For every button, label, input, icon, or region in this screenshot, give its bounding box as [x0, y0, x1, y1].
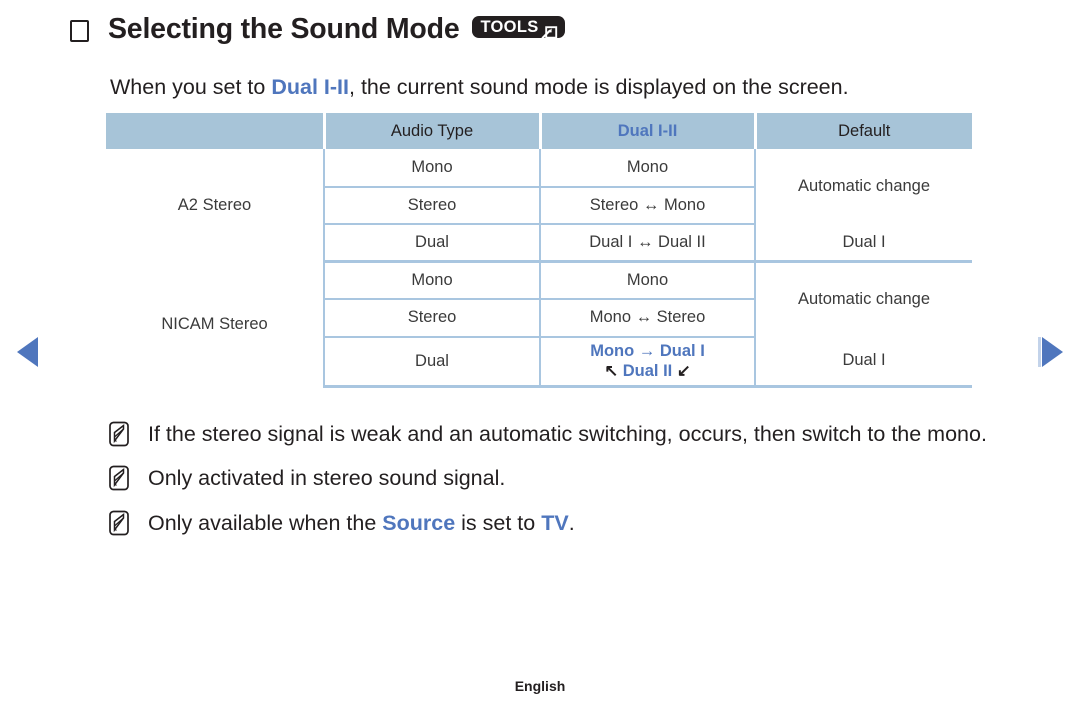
cell-dual-line2-text: Dual II: [622, 362, 673, 381]
cell-audio-type: Stereo: [323, 299, 540, 338]
note-item: Only available when the Source is set to…: [108, 507, 1008, 540]
manual-page: Selecting the Sound Mode TOOLS When you s…: [0, 0, 1080, 705]
note-highlight-source: Source: [382, 510, 456, 535]
cell-audio-type: Mono: [323, 149, 540, 188]
cell-audio-type: Stereo: [323, 186, 540, 225]
cell-dual-line2: ↖ Dual II ↙: [541, 361, 754, 381]
cell-dual-line1: Mono → Dual I: [590, 342, 705, 361]
cell-dual: Mono: [539, 149, 755, 188]
cell-audio-type: Dual: [323, 224, 540, 263]
note-item: Only activated in stereo sound signal.: [108, 462, 1008, 495]
table-header-blank: [106, 113, 326, 149]
tools-badge-label: TOOLS: [480, 17, 539, 36]
note-highlight-tv: TV: [541, 510, 569, 535]
intro-highlight: Dual I-II: [271, 75, 349, 99]
note-middle: is set to: [455, 510, 542, 535]
arrow-down-left-icon: ↙: [676, 362, 691, 381]
note-pencil-icon: [108, 465, 132, 491]
table-header-default: Default: [755, 113, 972, 149]
intro-after: , the current sound mode is displayed on…: [349, 75, 849, 99]
cell-dual: Mono ↔ Stereo: [539, 299, 755, 338]
cell-audio-type: Mono: [323, 261, 540, 300]
next-page-arrow-icon[interactable]: [1038, 337, 1063, 367]
cell-dual: Dual I ↔ Dual II: [539, 224, 755, 263]
page-title-text: Selecting the Sound Mode: [108, 13, 460, 45]
table-header-dual: Dual I-II: [540, 113, 757, 149]
note-text-rich: Only available when the Source is set to…: [148, 507, 575, 540]
arrow-up-left-icon: ↖: [604, 362, 619, 381]
note-before: Only available when the: [148, 510, 383, 535]
page-title: Selecting the Sound Mode TOOLS: [70, 15, 565, 44]
table-row: A2 Stereo Mono Mono Automatic change: [106, 149, 972, 224]
table-header-audio-type: Audio Type: [324, 113, 542, 149]
cell-default: Dual I: [754, 336, 972, 388]
row-group-label-nicam: NICAM Stereo: [161, 314, 268, 333]
note-pencil-icon: [108, 421, 132, 447]
intro-before: When you set to: [110, 75, 272, 99]
note-text: Only activated in stereo sound signal.: [148, 466, 506, 491]
note-text: If the stereo signal is weak and an auto…: [148, 422, 987, 446]
table-header-row: Audio Type Dual I-II Default: [106, 113, 972, 149]
intro-sentence: When you set to Dual I-II, the current s…: [110, 74, 849, 101]
cell-dual-multiline: Mono → Dual I ↖ Dual II ↙: [539, 336, 755, 388]
note-after: .: [568, 510, 575, 535]
table-row: NICAM Stereo Mono Mono Automatic change: [106, 261, 972, 337]
sound-mode-table: Audio Type Dual I-II Default A2 Stereo M…: [106, 113, 972, 388]
note-item: If the stereo signal is weak and an auto…: [108, 418, 1008, 451]
notes-list: If the stereo signal is weak and an auto…: [108, 418, 1008, 551]
cell-default: Automatic change: [754, 261, 972, 337]
tools-badge[interactable]: TOOLS: [472, 16, 565, 40]
tools-open-box-icon: [540, 19, 558, 40]
cell-default: Automatic change: [754, 149, 972, 224]
cell-dual: Stereo ↔ Mono: [539, 186, 755, 225]
cell-audio-type: Dual: [323, 336, 540, 388]
cell-dual: Mono: [539, 261, 755, 300]
cell-default: Dual I: [754, 224, 972, 263]
note-pencil-icon: [108, 510, 132, 536]
prev-page-arrow-icon[interactable]: [17, 337, 38, 367]
row-group-label-a2: A2 Stereo: [177, 195, 252, 214]
square-bullet-icon: [70, 20, 89, 43]
footer-language: English: [514, 678, 566, 694]
page-title-text-wrap: Selecting the Sound Mode TOOLS: [108, 15, 565, 44]
